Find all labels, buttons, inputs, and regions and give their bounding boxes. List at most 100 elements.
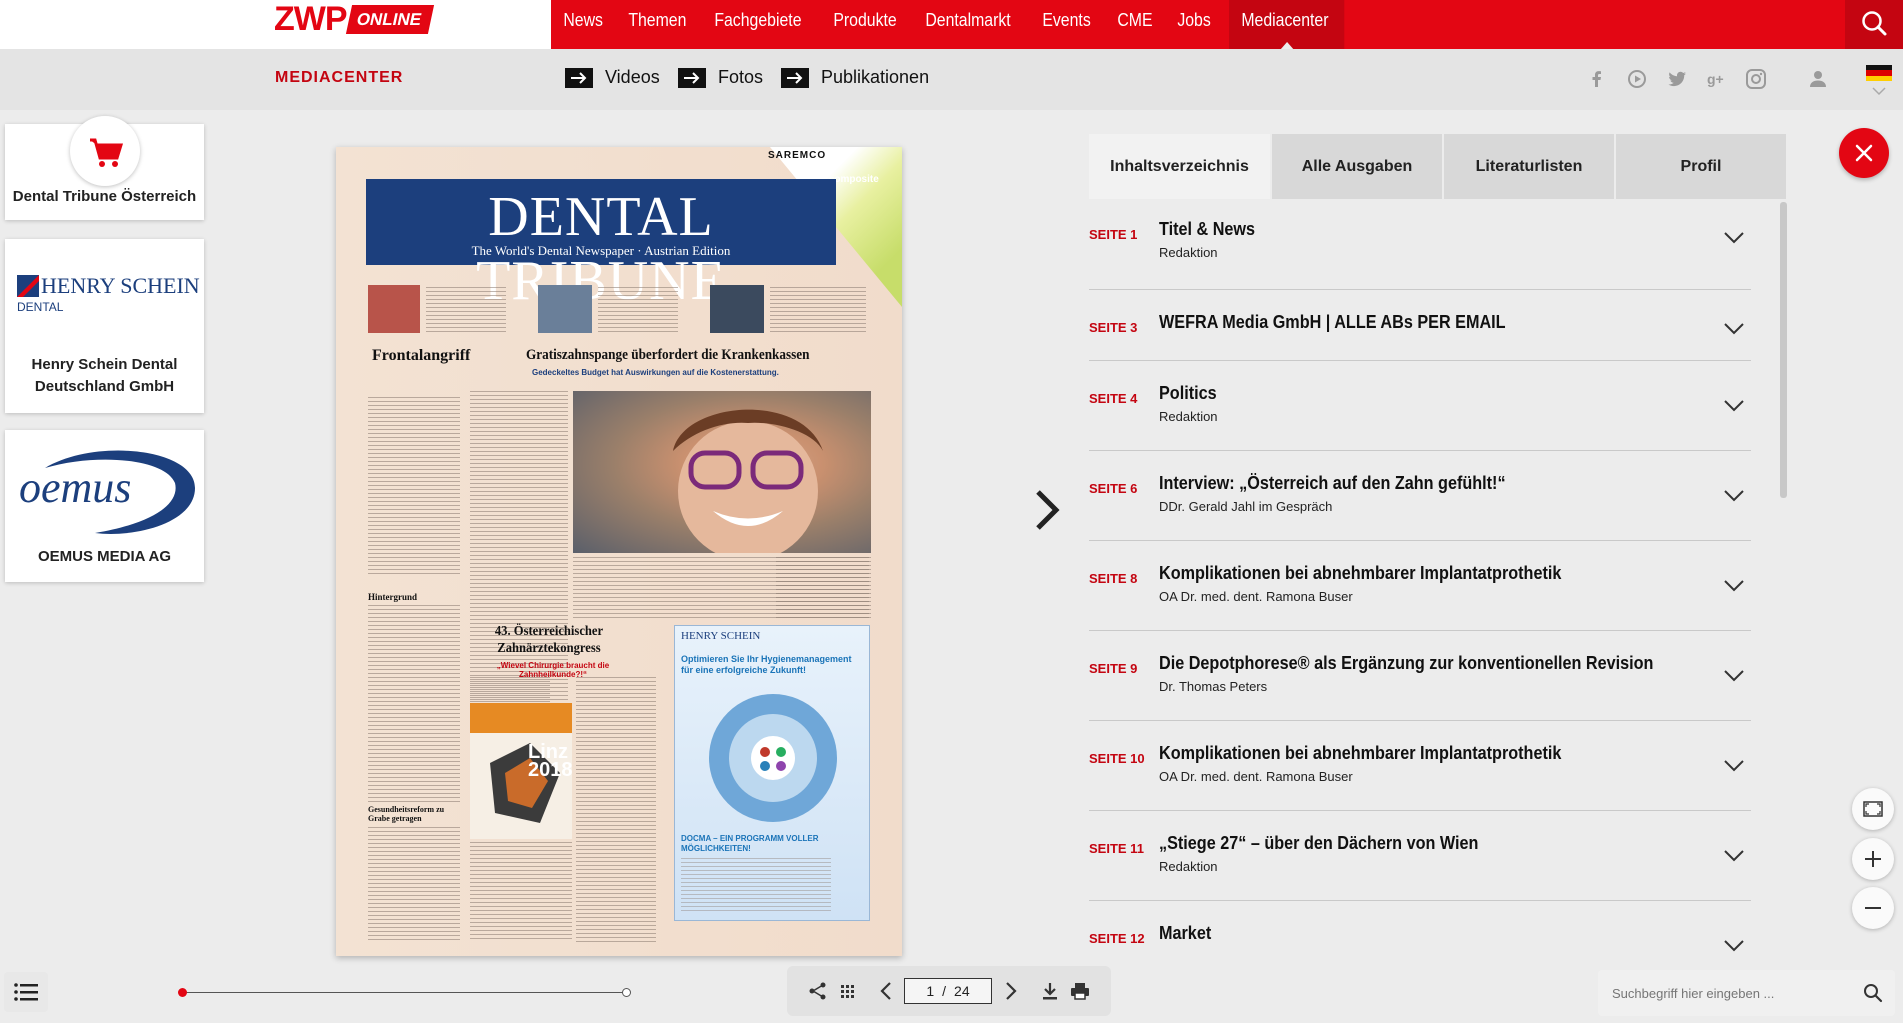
nav-item-dentalmarkt[interactable]: Dentalmarkt bbox=[913, 0, 1023, 49]
tab-alle-ausgaben[interactable]: Alle Ausgaben bbox=[1272, 134, 1442, 199]
nav-item-fachgebiete[interactable]: Fachgebiete bbox=[702, 0, 814, 49]
publisher-label: Henry Schein Dental Deutschland GmbH bbox=[31, 356, 178, 395]
user-icon[interactable] bbox=[1807, 68, 1829, 90]
close-icon bbox=[1855, 144, 1873, 162]
toc-item[interactable]: SEITE 12 Market bbox=[1089, 901, 1751, 963]
page-slider-end bbox=[622, 988, 631, 997]
fotos-link[interactable]: Fotos bbox=[678, 67, 763, 88]
nav-item-themen[interactable]: Themen bbox=[616, 0, 699, 49]
toc-item[interactable]: SEITE 4 Politics Redaktion bbox=[1089, 361, 1751, 451]
chevron-down-icon[interactable] bbox=[1723, 322, 1745, 336]
toc-page-number: SEITE 6 bbox=[1089, 481, 1138, 496]
german-flag-icon[interactable] bbox=[1866, 65, 1892, 81]
toc-page-number: SEITE 4 bbox=[1089, 391, 1138, 406]
toc-item[interactable]: SEITE 3 WEFRA Media GmbH | ALLE ABs PER … bbox=[1089, 290, 1751, 361]
article-text bbox=[576, 677, 656, 942]
toc-item[interactable]: SEITE 11 „Stiege 27“ – über den Dächern … bbox=[1089, 811, 1751, 901]
page-separator: / bbox=[942, 983, 947, 999]
toc-title: Die Depotphorese® als Ergänzung zur konv… bbox=[1159, 653, 1654, 673]
next-page-chevron-icon[interactable] bbox=[1032, 488, 1062, 532]
publikationen-link[interactable]: Publikationen bbox=[781, 67, 929, 88]
nav-item-jobs[interactable]: Jobs bbox=[1165, 0, 1223, 49]
search-field bbox=[1598, 970, 1895, 1016]
toc-title: „Stiege 27“ – über den Dächern von Wien bbox=[1159, 833, 1479, 853]
toc-item[interactable]: SEITE 1 Titel & News Redaktion bbox=[1089, 199, 1751, 290]
toc-item[interactable]: SEITE 10 Komplikationen bei abnehmbarer … bbox=[1089, 721, 1751, 811]
close-button[interactable] bbox=[1839, 128, 1889, 178]
page-number-field[interactable]: 1 / 24 bbox=[904, 978, 992, 1004]
print-icon[interactable] bbox=[1069, 980, 1091, 1002]
chevron-down-icon[interactable] bbox=[1723, 399, 1745, 413]
videos-link[interactable]: Videos bbox=[565, 67, 660, 88]
chevron-down-icon[interactable] bbox=[1723, 579, 1745, 593]
publikationen-link-label: Publikationen bbox=[821, 67, 930, 87]
chevron-down-icon[interactable] bbox=[1723, 759, 1745, 773]
toc-page-number: SEITE 9 bbox=[1089, 661, 1138, 676]
page-slider-track[interactable] bbox=[182, 992, 627, 993]
girl-with-braces-photo bbox=[573, 391, 871, 561]
tab-profil[interactable]: Profil bbox=[1616, 134, 1786, 199]
twitter-icon[interactable] bbox=[1666, 68, 1688, 90]
toc-toggle-button[interactable] bbox=[4, 972, 48, 1012]
article-text bbox=[368, 605, 460, 805]
plus-icon bbox=[1865, 851, 1881, 867]
toc-item[interactable]: SEITE 8 Komplikationen bei abnehmbarer I… bbox=[1089, 541, 1751, 631]
nav-item-events[interactable]: Events bbox=[1030, 0, 1103, 49]
instagram-icon[interactable] bbox=[1745, 68, 1767, 90]
chevron-left-icon[interactable] bbox=[876, 980, 898, 1002]
chevron-down-icon[interactable] bbox=[1723, 939, 1745, 953]
poster-banner bbox=[470, 703, 572, 733]
download-icon[interactable] bbox=[1039, 980, 1061, 1002]
teaser-text bbox=[770, 287, 866, 333]
oemus-logo: oemus bbox=[15, 438, 200, 538]
toc-scrollbar[interactable] bbox=[1780, 202, 1787, 498]
congress-poster: Linz 2018 bbox=[470, 703, 573, 839]
fotos-link-label: Fotos bbox=[718, 67, 764, 87]
toc-title: Interview: „Österreich auf den Zahn gefü… bbox=[1159, 473, 1506, 493]
teaser-text bbox=[598, 287, 678, 333]
tab-inhaltsverzeichnis[interactable]: Inhaltsverzeichnis bbox=[1089, 134, 1270, 199]
page-slider-handle[interactable] bbox=[178, 988, 187, 997]
publisher-card-dental-tribune[interactable]: Dental Tribune Österreich bbox=[5, 116, 204, 220]
search-input[interactable] bbox=[1612, 982, 1852, 1004]
toc-title: Titel & News bbox=[1159, 219, 1256, 239]
toc-page-number: SEITE 12 bbox=[1089, 931, 1145, 946]
section-hintergrund: Hintergrund bbox=[368, 592, 418, 602]
grid-icon[interactable] bbox=[837, 980, 859, 1002]
nav-item-mediacenter[interactable]: Mediacenter bbox=[1229, 0, 1345, 49]
nav-item-cme[interactable]: CME bbox=[1105, 0, 1165, 49]
cart-icon bbox=[90, 138, 124, 167]
chevron-down-icon[interactable] bbox=[1723, 669, 1745, 683]
magazine-page[interactable]: SAREMCO apt composite DENTAL TRIBUNE The… bbox=[336, 147, 902, 956]
tab-literaturlisten[interactable]: Literaturlisten bbox=[1444, 134, 1614, 199]
nav-item-produkte[interactable]: Produkte bbox=[821, 0, 909, 49]
henry-schein-ad: HENRY SCHEIN Optimieren Sie Ihr Hygienem… bbox=[674, 625, 870, 921]
facebook-icon[interactable] bbox=[1586, 68, 1608, 90]
article-text bbox=[368, 827, 460, 942]
google-plus-icon[interactable]: g+ bbox=[1706, 68, 1728, 90]
publisher-card-henry-schein[interactable]: HENRY SCHEIN DENTAL Henry Schein Dental … bbox=[5, 239, 204, 413]
henry-schein-mark-icon bbox=[17, 275, 39, 297]
zoom-out-button[interactable] bbox=[1852, 887, 1894, 929]
chevron-down-icon[interactable] bbox=[1723, 849, 1745, 863]
publisher-card-oemus[interactable]: oemus OEMUS MEDIA AG bbox=[5, 430, 204, 582]
chevron-down-icon[interactable] bbox=[1723, 231, 1745, 245]
zwp-online-logo[interactable]: ZWP ONLINE bbox=[274, 2, 434, 36]
viewer-toolbar: 1 / 24 bbox=[787, 966, 1111, 1016]
fullscreen-button[interactable] bbox=[1852, 788, 1894, 830]
toc-page-number: SEITE 10 bbox=[1089, 751, 1145, 766]
chevron-down-icon[interactable] bbox=[1871, 86, 1887, 96]
header-search-button[interactable] bbox=[1845, 0, 1903, 49]
search-icon[interactable] bbox=[1862, 982, 1884, 1004]
toc-item[interactable]: SEITE 6 Interview: „Österreich auf den Z… bbox=[1089, 451, 1751, 541]
share-icon[interactable] bbox=[807, 980, 829, 1002]
zoom-in-button[interactable] bbox=[1852, 838, 1894, 880]
youtube-icon[interactable] bbox=[1626, 68, 1648, 90]
table-of-contents: SEITE 1 Titel & News Redaktion SEITE 3 W… bbox=[1089, 199, 1787, 963]
article-text bbox=[776, 557, 871, 621]
chevron-right-icon[interactable] bbox=[999, 980, 1021, 1002]
toc-item[interactable]: SEITE 9 Die Depotphorese® als Ergänzung … bbox=[1089, 631, 1751, 721]
mediacenter-title[interactable]: MEDIACENTER bbox=[275, 69, 403, 87]
chevron-down-icon[interactable] bbox=[1723, 489, 1745, 503]
nav-item-news[interactable]: News bbox=[551, 0, 615, 49]
